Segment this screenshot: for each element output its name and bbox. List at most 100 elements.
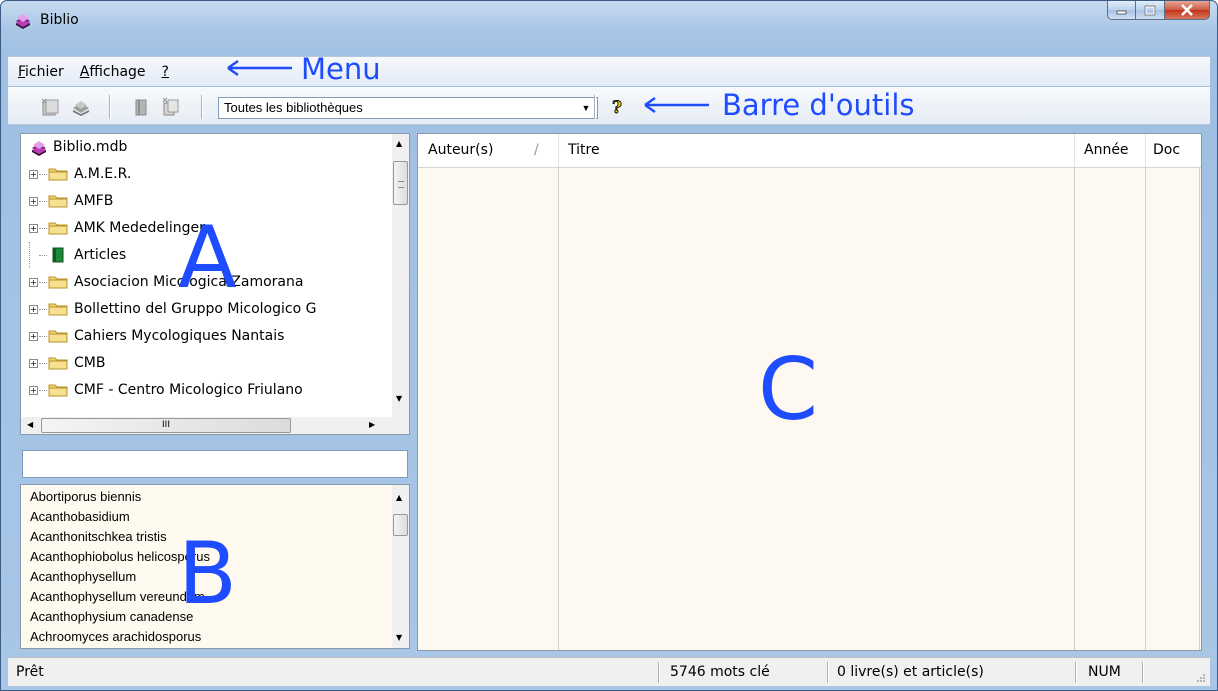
menu-affichage-label: ffichage [89,63,146,80]
status-separator [827,662,828,683]
menu-fichier-accel: F [18,63,26,80]
add-document-icon[interactable] [130,97,152,117]
column-divider [558,167,559,650]
tree-connector [39,200,47,202]
paste-document-icon[interactable] [160,97,182,117]
maximize-icon [1144,5,1156,15]
menu-affichage-accel: A [79,63,90,80]
keyword-vertical-scrollbar[interactable]: ▲ ▼ [392,485,409,648]
column-divider [1074,167,1075,650]
scroll-up-icon[interactable]: ▲ [396,493,402,502]
expand-icon[interactable]: + [29,331,38,341]
annotation-menu: Menu [301,52,381,86]
column-header-authors-label: Auteur(s) [428,142,494,158]
folder-icon [48,222,68,235]
status-num-lock: NUM [1088,664,1121,680]
keyword-vscroll-thumb[interactable] [393,514,408,536]
tree-item[interactable]: + Bollettino del Gruppo Micologico G [21,296,316,322]
maximize-button[interactable] [1136,1,1165,20]
column-header-authors[interactable]: Auteur(s) / [418,134,558,168]
tree-item[interactable]: + AMFB [21,188,113,214]
tree-vscroll-thumb[interactable] [393,161,408,205]
tree-item[interactable]: + Asociacion Micologica Zamorana [21,269,303,295]
expand-icon[interactable]: + [29,358,38,368]
menu-affichage[interactable]: Affichage [74,64,152,80]
hscroll-grip: III [162,420,170,430]
library-select[interactable]: Toutes les bibliothèques ▼ [218,97,598,119]
close-icon [1181,4,1193,16]
tree-connector [39,173,47,175]
toolbar: Toutes les bibliothèques ▼ ? [8,87,1210,125]
status-ready: Prêt [16,664,44,680]
toolbar-arrow-icon [644,97,709,113]
tree-vertical-scrollbar[interactable]: ▲ ▼ [392,134,409,417]
records-grid[interactable]: Auteur(s) / Titre Année Doc C [417,133,1202,651]
tree-connector [39,281,47,283]
tree-item-label: CMB [74,355,106,371]
scroll-down-icon[interactable]: ▼ [396,394,402,403]
keyword-list-item[interactable]: Acanthobasidium [30,509,130,524]
folder-icon [48,276,68,289]
column-header-year[interactable]: Année [1074,134,1145,168]
tree-hscroll-thumb[interactable]: III [41,418,291,433]
title-bar[interactable]: Biblio [0,0,1218,40]
library-icon[interactable] [70,97,92,117]
scroll-left-icon[interactable]: ◀ [27,420,33,429]
menu-help[interactable]: ? [156,64,175,80]
tree-item[interactable]: + CMB [21,350,105,376]
keyword-list-item[interactable]: Acanthophysellum [30,569,136,584]
chevron-down-icon[interactable]: ▼ [578,100,594,116]
window-title: Biblio [40,12,79,28]
tree-connector [39,389,47,391]
close-button[interactable] [1165,1,1210,20]
tree-connector [39,362,47,364]
folder-icon [48,195,68,208]
column-header-title[interactable]: Titre [558,134,1074,168]
column-divider [1145,167,1146,650]
tree-item[interactable]: + A.M.E.R. [21,161,131,187]
scroll-down-icon[interactable]: ▼ [396,633,402,642]
tree-connector [29,242,38,268]
keyword-list-item[interactable]: Abortiporus biennis [30,489,141,504]
annotation-pane-c: C [758,340,819,440]
scroll-up-icon[interactable]: ▲ [396,139,402,148]
green-book-icon [52,247,64,263]
expand-icon[interactable]: + [29,223,38,233]
annotation-pane-b: B [178,524,237,624]
tree-item[interactable]: + CMF - Centro Micologico Friulano [21,377,303,403]
menu-help-label: ? [161,63,169,80]
caption-buttons [1107,1,1210,20]
tree-item-label: CMF - Centro Micologico Friulano [74,382,303,398]
scroll-right-icon[interactable]: ▶ [369,420,375,429]
menu-fichier-label: ichier [25,63,64,80]
resize-grip-icon[interactable] [1194,671,1206,683]
expand-icon[interactable]: + [29,196,38,206]
folder-icon [48,384,68,397]
keyword-list-item[interactable]: Achroomyces arachidosporus [30,629,201,644]
tree-root[interactable]: Biblio.mdb [21,134,127,160]
minimize-button[interactable] [1107,1,1136,20]
tree-connector [39,227,47,229]
expand-icon[interactable]: + [29,277,38,287]
expand-icon[interactable]: + [29,304,38,314]
expand-icon[interactable]: + [29,169,38,179]
tree-item-label: Cahiers Mycologiques Nantais [74,328,285,344]
status-record-count: 0 livre(s) et article(s) [837,664,984,680]
help-icon[interactable]: ? [606,97,628,117]
keyword-list-item[interactable]: Acanthonitschkea tristis [30,529,167,544]
keyword-search-input[interactable] [22,450,408,478]
column-header-doc[interactable]: Doc [1145,134,1201,168]
tree-item[interactable]: Articles [21,242,126,268]
keyword-list-item[interactable]: Acanthophysium canadense [30,609,193,624]
folder-icon [48,357,68,370]
expand-icon[interactable]: + [29,385,38,395]
tree-item[interactable]: + Cahiers Mycologiques Nantais [21,323,284,349]
menu-fichier[interactable]: Fichier [12,64,70,80]
annotation-toolbar: Barre d'outils [722,88,915,122]
library-select-value: Toutes les bibliothèques [224,100,363,115]
tree-item-label: AMFB [74,193,114,209]
tree-item-label: A.M.E.R. [74,166,132,182]
add-library-icon[interactable] [40,97,62,117]
tree-horizontal-scrollbar[interactable]: ◀ III ▶ [21,417,392,434]
status-keyword-count: 5746 mots clé [670,664,770,680]
